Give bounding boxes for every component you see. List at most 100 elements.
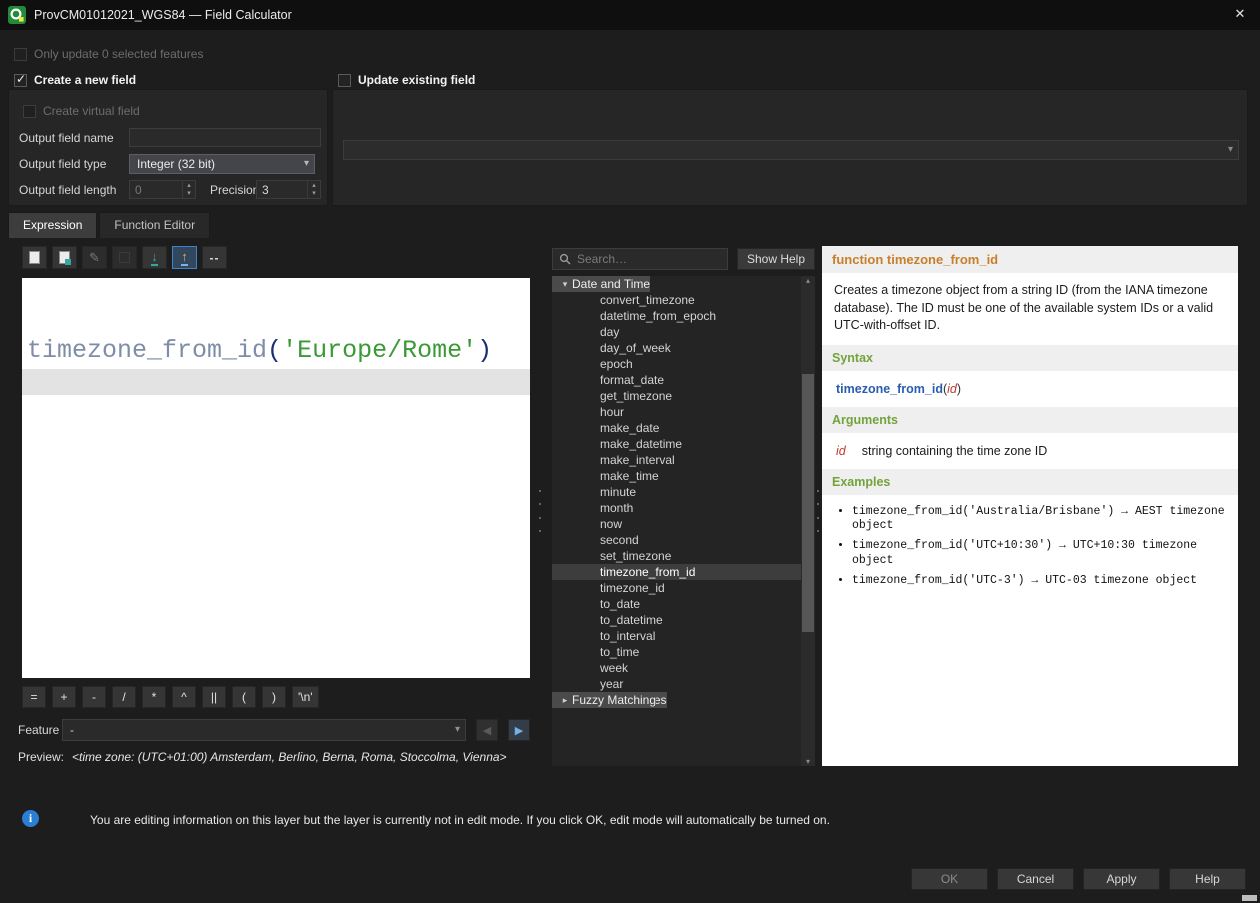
operator-button-6[interactable]: || (202, 686, 226, 708)
search-input[interactable]: Search… (552, 248, 728, 270)
scroll-up-icon[interactable]: ▴ (801, 276, 815, 285)
operator-button-5[interactable]: ^ (172, 686, 196, 708)
delete-expression-button[interactable] (112, 246, 137, 269)
tree-item-year[interactable]: year (552, 676, 801, 692)
new-expression-button[interactable] (22, 246, 47, 269)
operator-button-1[interactable]: + (52, 686, 76, 708)
tree-item-epoch[interactable]: epoch (552, 356, 801, 372)
splitter-handle[interactable] (815, 490, 821, 532)
create-new-field-group: Create a new field Create virtual field … (8, 72, 328, 206)
create-virtual-field-checkbox[interactable]: Create virtual field (23, 104, 140, 118)
operator-button-3[interactable]: / (112, 686, 136, 708)
operator-button-4[interactable]: * (142, 686, 166, 708)
output-field-type-select[interactable]: Integer (32 bit) ▾ (129, 154, 315, 174)
tree-item-timezone-id[interactable]: timezone_id (552, 580, 801, 596)
precision-spinner[interactable]: 3 ▴▾ (256, 180, 321, 199)
tree-item-minute[interactable]: minute (552, 484, 801, 500)
operator-button-8[interactable]: ) (262, 686, 286, 708)
only-update-selected-checkbox[interactable]: Only update 0 selected features (14, 46, 203, 62)
show-help-button[interactable]: Show Help (737, 248, 815, 270)
ok-button[interactable]: OK (911, 868, 988, 890)
tree-label: Fuzzy Matching (572, 692, 656, 708)
checkbox-icon (14, 48, 27, 61)
tree-item-week[interactable]: week (552, 660, 801, 676)
operator-button-9[interactable]: '\n' (292, 686, 319, 708)
argument-row: id string containing the time zone ID (822, 433, 1238, 469)
feature-label: Feature (18, 723, 62, 737)
titlebar: ProvCM01012021_WGS84 — Field Calculator … (0, 0, 1260, 30)
function-help-panel: function timezone_from_id Creates a time… (822, 246, 1238, 766)
spinner-arrows-icon[interactable]: ▴▾ (182, 181, 195, 198)
import-expression-button[interactable]: ↓ (142, 246, 167, 269)
tree-label: make_date (600, 420, 659, 436)
tree-item-set-timezone[interactable]: set_timezone (552, 548, 801, 564)
edit-expression-button[interactable]: ✎ (82, 246, 107, 269)
apply-button[interactable]: Apply (1083, 868, 1160, 890)
scrollbar-thumb[interactable] (802, 374, 814, 632)
tree-scrollbar[interactable]: ▴ ▾ (801, 276, 815, 766)
help-button[interactable]: Help (1169, 868, 1246, 890)
tree-item-convert-timezone[interactable]: convert_timezone (552, 292, 801, 308)
arguments-header: Arguments (822, 407, 1238, 433)
next-feature-button[interactable]: ▶ (508, 719, 530, 741)
add-comment-button[interactable]: -- (202, 246, 227, 269)
tree-label: make_interval (600, 452, 675, 468)
chevron-down-icon[interactable]: ▾ (558, 276, 572, 292)
tree-item-second[interactable]: second (552, 532, 801, 548)
tree-item-to-time[interactable]: to_time (552, 644, 801, 660)
export-expression-button[interactable]: ↑ (172, 246, 197, 269)
tree-label: to_time (600, 644, 639, 660)
tree-item-to-date[interactable]: to_date (552, 596, 801, 612)
output-field-type-value: Integer (32 bit) (137, 157, 215, 171)
tree-item-day-of-week[interactable]: day_of_week (552, 340, 801, 356)
tree-item-make-interval[interactable]: make_interval (552, 452, 801, 468)
tree-item-day[interactable]: day (552, 324, 801, 340)
tree-item-to-interval[interactable]: to_interval (552, 628, 801, 644)
example-item: timezone_from_id('UTC+10:30') → UTC+10:3… (852, 539, 1230, 569)
tree-item-timezone-from-id[interactable]: timezone_from_id (552, 564, 801, 580)
tree-label: datetime_from_epoch (600, 308, 716, 324)
tab-expression[interactable]: Expression (8, 212, 97, 238)
signature-argument: id (947, 382, 957, 396)
tree-group-date-and-time[interactable]: ▾Date and Time (552, 276, 650, 292)
existing-field-select[interactable]: ▾ (343, 140, 1239, 160)
tree-item-datetime-from-epoch[interactable]: datetime_from_epoch (552, 308, 801, 324)
tree-label: to_datetime (600, 612, 663, 628)
create-new-field-checkbox[interactable]: Create a new field (8, 72, 328, 88)
spinner-arrows-icon[interactable]: ▴▾ (307, 181, 320, 198)
output-field-length-spinner[interactable]: 0 ▴▾ (129, 180, 196, 199)
scroll-down-icon[interactable]: ▾ (801, 757, 815, 766)
tab-function-editor[interactable]: Function Editor (99, 212, 210, 238)
resize-grip[interactable] (1242, 895, 1257, 901)
checkbox-icon (23, 105, 36, 118)
tree-item-make-date[interactable]: make_date (552, 420, 801, 436)
tree-item-make-datetime[interactable]: make_datetime (552, 436, 801, 452)
splitter-handle[interactable] (537, 490, 543, 532)
operator-button-0[interactable]: = (22, 686, 46, 708)
output-field-name-input[interactable] (129, 128, 321, 147)
tree-item-hour[interactable]: hour (552, 404, 801, 420)
update-existing-field-frame: ▾ (332, 89, 1248, 206)
operator-button-2[interactable]: - (82, 686, 106, 708)
pencil-icon: ✎ (89, 251, 100, 264)
expression-function-name: timezone_from_id (27, 336, 267, 365)
cancel-button[interactable]: Cancel (997, 868, 1074, 890)
tree-item-get-timezone[interactable]: get_timezone (552, 388, 801, 404)
function-tree: ▸CRS▾Date and Timeageconvert_timezonedat… (552, 276, 801, 766)
close-icon[interactable]: ✕ (1230, 6, 1250, 24)
update-existing-field-checkbox[interactable]: Update existing field (332, 72, 1248, 88)
tree-item-make-time[interactable]: make_time (552, 468, 801, 484)
chevron-right-icon[interactable]: ▸ (558, 692, 572, 708)
save-expression-button[interactable] (52, 246, 77, 269)
tree-label: day_of_week (600, 340, 671, 356)
expression-editor[interactable]: timezone_from_id('Europe/Rome') (22, 278, 530, 678)
tree-item-now[interactable]: now (552, 516, 801, 532)
operator-button-7[interactable]: ( (232, 686, 256, 708)
tree-group-fuzzy-matching[interactable]: ▸Fuzzy Matching (552, 692, 656, 708)
tree-item-month[interactable]: month (552, 500, 801, 516)
comment-label: -- (210, 251, 220, 265)
tree-item-format-date[interactable]: format_date (552, 372, 801, 388)
tree-item-to-datetime[interactable]: to_datetime (552, 612, 801, 628)
previous-feature-button[interactable]: ◀ (476, 719, 498, 741)
feature-select[interactable]: - ▾ (62, 719, 466, 741)
